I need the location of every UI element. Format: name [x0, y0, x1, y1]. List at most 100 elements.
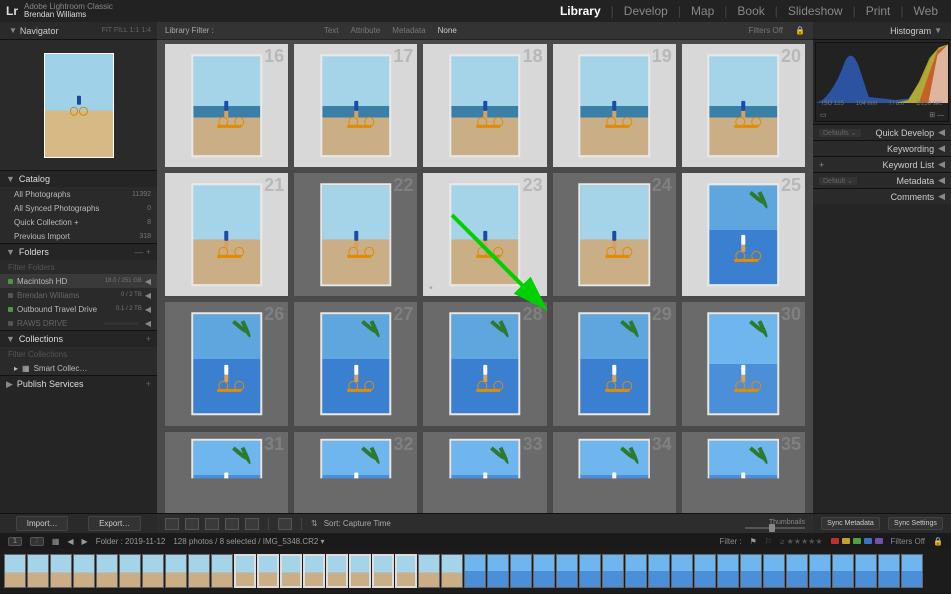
filmstrip-thumb[interactable] — [418, 554, 440, 588]
filmstrip-thumb[interactable] — [4, 554, 26, 588]
filmstrip[interactable] — [0, 549, 951, 593]
filmstrip-thumb[interactable] — [625, 554, 647, 588]
filmstrip-thumb[interactable] — [119, 554, 141, 588]
publish-header[interactable]: ▶Publish Services+ — [0, 376, 157, 392]
module-print[interactable]: Print — [863, 4, 894, 18]
module-library[interactable]: Library — [557, 4, 604, 18]
grid-cell[interactable]: 18 — [423, 44, 546, 167]
grid-cell[interactable]: 31 — [165, 432, 288, 513]
grid-cell[interactable]: 28 — [423, 302, 546, 425]
sort-field[interactable]: Capture Time — [343, 519, 391, 528]
grid-cell[interactable]: 23* — [423, 173, 546, 296]
grid-cell[interactable]: 17 — [294, 44, 417, 167]
filmstrip-thumb[interactable] — [27, 554, 49, 588]
filters-off-status[interactable]: Filters Off — [891, 537, 926, 546]
grid-cell[interactable]: 22 — [294, 173, 417, 296]
filmstrip-thumb[interactable] — [280, 554, 302, 588]
thumbnail-grid[interactable]: 1617181920212223*24252627282930313233343… — [165, 44, 805, 513]
grid-cell[interactable]: 30 — [682, 302, 805, 425]
filters-off-label[interactable]: Filters Off — [749, 26, 784, 35]
histogram-header[interactable]: Histogram ▼ — [813, 22, 951, 40]
module-map[interactable]: Map — [688, 4, 717, 18]
grid-cell[interactable]: 24 — [553, 173, 676, 296]
folders-filter[interactable]: Filter Folders — [0, 260, 157, 274]
grid-cell[interactable]: 27 — [294, 302, 417, 425]
flag-filter-icon[interactable]: ⚑ — [750, 537, 757, 546]
grid-cell[interactable]: 16 — [165, 44, 288, 167]
filmstrip-thumb[interactable] — [671, 554, 693, 588]
folders-header[interactable]: ▼Folders— + — [0, 244, 157, 260]
painter-button[interactable] — [278, 518, 292, 530]
filmstrip-thumb[interactable] — [487, 554, 509, 588]
filmstrip-thumb[interactable] — [441, 554, 463, 588]
collection-item[interactable]: ▸▦Smart Collec… — [0, 361, 157, 375]
filmstrip-thumb[interactable] — [73, 554, 95, 588]
catalog-header[interactable]: ▼Catalog — [0, 171, 157, 187]
rating-filter[interactable]: ≥ ★★★★★ — [780, 537, 822, 546]
grid-cell[interactable]: 25 — [682, 173, 805, 296]
forward-icon[interactable]: ▶ — [82, 537, 88, 546]
grid-cell[interactable]: 21 — [165, 173, 288, 296]
breadcrumb[interactable]: Folder : 2019-11-12 — [96, 537, 166, 546]
grid-cell[interactable]: 20 — [682, 44, 805, 167]
import-button[interactable]: Import… — [16, 516, 69, 531]
grid-cell[interactable]: 33 — [423, 432, 546, 513]
right-panel-keyword-list[interactable]: +Keyword List◀ — [813, 156, 951, 172]
grid-cell[interactable]: 32 — [294, 432, 417, 513]
right-panel-quick-develop[interactable]: Defaults ⌄Quick Develop◀ — [813, 124, 951, 140]
module-develop[interactable]: Develop — [621, 4, 671, 18]
color-label-filter[interactable] — [831, 538, 883, 544]
grid-cell[interactable]: 26 — [165, 302, 288, 425]
filmstrip-thumb[interactable] — [211, 554, 233, 588]
filmstrip-thumb[interactable] — [556, 554, 578, 588]
filmstrip-thumb[interactable] — [395, 554, 417, 588]
grid-cell[interactable]: 29 — [553, 302, 676, 425]
navigator-preview[interactable] — [0, 40, 157, 170]
filmstrip-thumb[interactable] — [717, 554, 739, 588]
grid-cell[interactable]: 35 — [682, 432, 805, 513]
color-dot[interactable] — [864, 538, 872, 544]
filmstrip-thumb[interactable] — [142, 554, 164, 588]
sync-settings-button[interactable]: Sync Settings — [888, 517, 943, 530]
sort-direction-icon[interactable]: ⇅ — [311, 519, 318, 528]
filmstrip-thumb[interactable] — [510, 554, 532, 588]
drive-row[interactable]: Outbound Travel Drive0.1 / 2 TB◀ — [0, 302, 157, 316]
collections-header[interactable]: ▼Collections+ — [0, 331, 157, 347]
filmstrip-thumb[interactable] — [832, 554, 854, 588]
filmstrip-thumb[interactable] — [96, 554, 118, 588]
color-dot[interactable] — [853, 538, 861, 544]
filmstrip-thumb[interactable] — [326, 554, 348, 588]
module-slideshow[interactable]: Slideshow — [785, 4, 846, 18]
filmstrip-thumb[interactable] — [372, 554, 394, 588]
filmstrip-thumb[interactable] — [165, 554, 187, 588]
flag-reject-icon[interactable]: ⚐ — [765, 537, 772, 546]
filter-metadata[interactable]: Metadata — [392, 26, 425, 35]
catalog-row[interactable]: All Synced Photographs0 — [0, 201, 157, 215]
loupe-view-button[interactable] — [185, 518, 199, 530]
filmstrip-thumb[interactable] — [809, 554, 831, 588]
filmstrip-thumb[interactable] — [533, 554, 555, 588]
lock-icon[interactable]: 🔒 — [933, 537, 943, 546]
filmstrip-thumb[interactable] — [901, 554, 923, 588]
filmstrip-thumb[interactable] — [740, 554, 762, 588]
color-dot[interactable] — [875, 538, 883, 544]
navigator-header[interactable]: ▼ Navigator FIT FILL 1:1 1:4 — [0, 22, 157, 40]
drive-row[interactable]: Brendan Williams0 / 2 TB◀ — [0, 288, 157, 302]
survey-view-button[interactable] — [225, 518, 239, 530]
color-dot[interactable] — [842, 538, 850, 544]
grid-icon[interactable]: ▦ — [52, 537, 60, 546]
filmstrip-thumb[interactable] — [694, 554, 716, 588]
filmstrip-thumb[interactable] — [257, 554, 279, 588]
right-panel-keywording[interactable]: Keywording◀ — [813, 140, 951, 156]
thumbnail-size-slider[interactable] — [745, 527, 805, 529]
filmstrip-thumb[interactable] — [303, 554, 325, 588]
drive-row[interactable]: RAWS DRIVE◀ — [0, 316, 157, 330]
right-panel-metadata[interactable]: Default ⌄Metadata◀ — [813, 172, 951, 188]
secondary-window-button-2[interactable]: 2 — [30, 537, 44, 546]
module-book[interactable]: Book — [734, 4, 767, 18]
filmstrip-thumb[interactable] — [648, 554, 670, 588]
filter-text[interactable]: Text — [324, 26, 339, 35]
filmstrip-thumb[interactable] — [234, 554, 256, 588]
people-view-button[interactable] — [245, 518, 259, 530]
filmstrip-thumb[interactable] — [855, 554, 877, 588]
